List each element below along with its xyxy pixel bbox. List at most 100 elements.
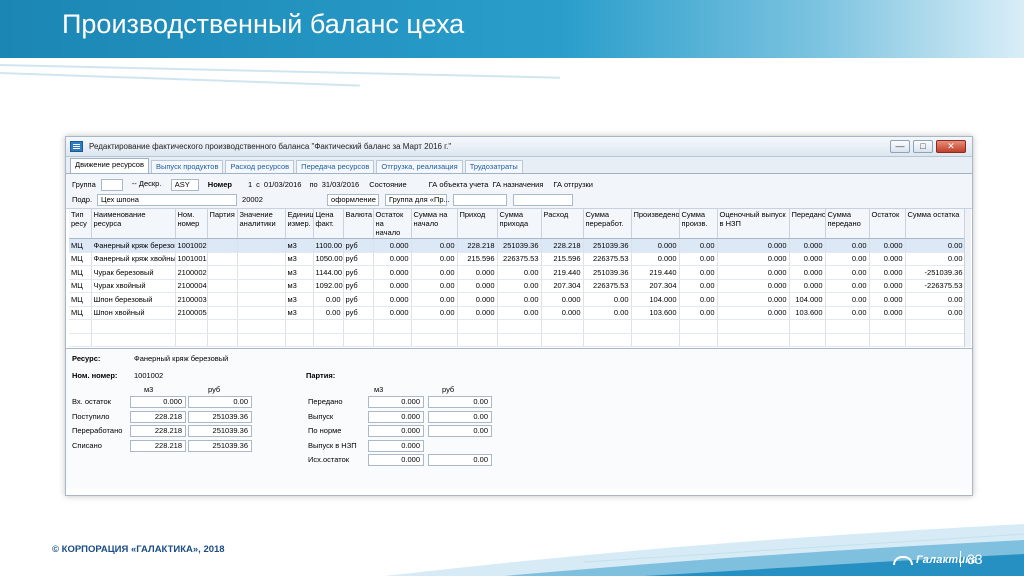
column-header[interactable]: Сумма прихода [497,209,542,239]
window-titlebar: Редактирование фактического производстве… [66,137,972,157]
detail-rub-field[interactable]: 0.00 [188,396,252,408]
number-value[interactable]: 1 [248,180,252,189]
detail-rub-field[interactable]: 0.00 [428,410,492,423]
table-cell [869,319,906,334]
detail-rub-field[interactable]: 0.00 [428,425,492,437]
descr-field[interactable]: -- Дескр. [129,179,165,191]
grid-scrollbar[interactable] [964,209,971,347]
table-cell: 1050.00 [313,252,344,266]
table-cell [583,333,632,347]
table-cell: МЦ [69,292,92,307]
from-label: с [256,180,260,189]
detail-rub-field[interactable]: 251039.36 [188,410,252,423]
table-row[interactable]: МЦ Шпон хвойный 2100005 м3 0.00 руб 0.000 0.00 0… [69,306,966,320]
column-header[interactable]: Сумма переработ. [583,209,632,239]
ga-purpose-field[interactable] [453,193,508,206]
detail-m3-field[interactable]: 0.000 [130,396,186,408]
table-cell: Чурак хвойный [91,279,176,293]
column-header[interactable]: Цена факт. [313,209,344,239]
detail-row-label: Передано [308,397,343,406]
column-header[interactable]: Единица измер. [285,209,314,239]
close-button[interactable]: ✕ [936,140,966,153]
table-cell: 0.00 [313,306,344,320]
table-cell: 0.00 [905,292,966,307]
column-header[interactable]: Расход [541,209,584,239]
detail-m3-field[interactable]: 228.218 [130,410,186,423]
table-cell [237,319,286,334]
table-cell: 0.00 [583,292,632,307]
group-for-field[interactable]: Группа для «Пр... [385,193,450,206]
asy-field[interactable]: ASY [170,178,199,191]
table-cell: 2100004 [175,279,208,293]
table-row[interactable]: МЦФанерный кряж березовый1001002 м31100.0… [69,238,966,253]
table-cell: 0.00 [679,306,718,320]
column-header[interactable]: Передано [789,209,826,239]
group-field[interactable] [100,178,123,191]
column-header[interactable]: Сумма остатка [905,209,966,239]
table-row[interactable]: МЦ Фанерный кряж хвойный 1001001 м3 1050.00 р… [69,252,966,266]
table-cell: м3 [285,306,314,320]
column-header[interactable]: Остаток [869,209,906,239]
state-field[interactable]: оформление [327,193,380,206]
column-header[interactable]: Сумма передано [825,209,870,239]
left-unit-m3: м3 [144,385,154,394]
column-header[interactable]: Сумма на начало [411,209,458,239]
table-cell: 103.600 [631,306,680,320]
detail-rub-field[interactable]: 251039.36 [188,425,252,437]
detail-row-label: По норме [308,426,342,435]
column-header[interactable]: Партия [207,209,238,239]
nom-number-label: Ном. номер: [72,371,118,380]
tab-resource-movement[interactable]: Движение ресурсов [70,158,149,173]
column-header[interactable]: Произведено [631,209,680,239]
table-cell [175,333,208,347]
maximize-button[interactable]: □ [913,140,933,153]
column-header[interactable]: Приход [457,209,498,239]
podr-field[interactable]: Цех шпона [97,193,238,206]
column-header[interactable]: Значение аналитики [237,209,286,239]
ga-shipment-field[interactable] [513,193,574,206]
resource-label: Ресурс: [72,354,101,363]
detail-m3-field[interactable]: 0.000 [368,439,424,452]
column-header[interactable]: Тип ресу [69,209,92,239]
column-header[interactable]: Ном. номер [175,209,208,239]
tab-labor-costs[interactable]: Трудозатраты [464,160,523,173]
tab-resource-consumption[interactable]: Расход ресурсов [225,160,295,173]
filter-panel: Группа -- Дескр. ASY Номер 1 с 01/03/201… [66,174,972,209]
minimize-button[interactable]: — [890,140,910,153]
column-header[interactable]: Наименование ресурса [91,209,176,239]
detail-rub-field[interactable]: 0.00 [428,454,492,466]
to-date-field[interactable]: 31/03/2016 [322,180,360,189]
table-row[interactable]: МЦ Чурак березовый 2100002 м3 1144.00 руб 0.00… [69,265,966,280]
detail-m3-field[interactable]: 0.000 [368,425,424,437]
table-cell [91,333,176,347]
detail-m3-field[interactable]: 0.000 [368,454,424,466]
table-cell [869,333,906,347]
tab-resource-transfer[interactable]: Передача ресурсов [296,160,375,173]
table-row[interactable]: МЦ Чурак хвойный 2100004 м3 1092.00 руб 0.000 0… [69,279,966,293]
detail-m3-field[interactable]: 0.000 [368,396,424,408]
detail-rub-field[interactable]: 251039.36 [188,439,252,452]
table-row[interactable]: МЦ Шпон березовый 2100003 м3 0.00 руб 0.000 0.0… [69,292,966,307]
table-cell: Чурак березовый [91,265,176,280]
tab-shipment-sales[interactable]: Отгрузка, реализация [376,160,463,173]
detail-row-label: Переработано [72,426,123,435]
tab-product-output[interactable]: Выпуск продуктов [150,160,224,173]
detail-m3-field[interactable]: 228.218 [130,439,186,452]
podr-code: 20002 [242,195,263,204]
detail-m3-field[interactable]: 228.218 [130,425,186,437]
column-header[interactable]: Оценочный выпуск в НЗП [717,209,790,239]
column-header[interactable]: Остаток на начало [373,209,412,239]
detail-rub-field[interactable]: 0.00 [428,396,492,408]
table-cell: 1092.00 [313,279,344,293]
table-cell [69,319,92,334]
from-date-field[interactable]: 01/03/2016 [264,180,302,189]
table-cell [789,319,826,334]
table-cell [497,333,542,347]
table-cell [285,319,314,334]
column-header[interactable]: Сумма произв. [679,209,718,239]
left-unit-rub: руб [208,385,221,394]
table-cell: м3 [285,292,314,307]
detail-m3-field[interactable]: 0.000 [368,410,424,423]
balance-editor-window: Редактирование фактического производстве… [65,136,973,496]
column-header[interactable]: Валюта [343,209,374,239]
